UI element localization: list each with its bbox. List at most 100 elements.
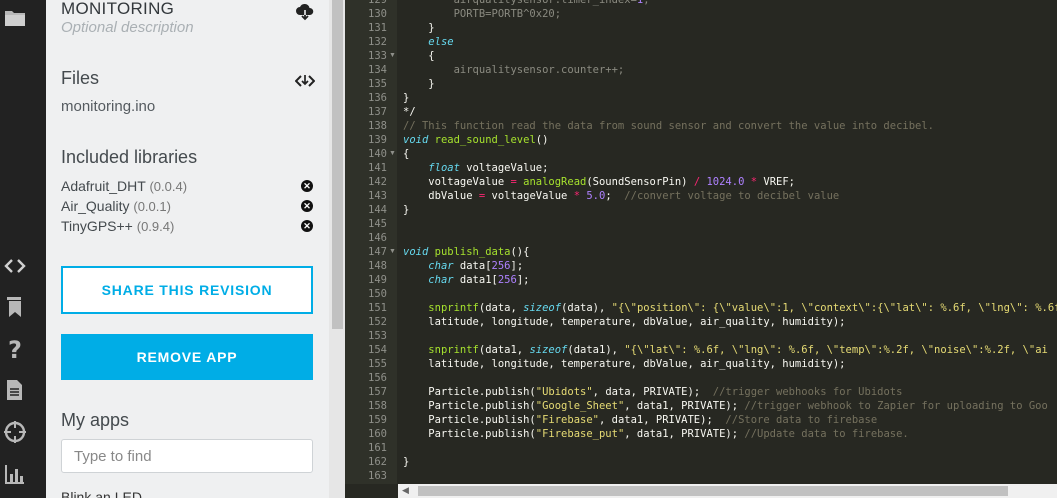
scroll-left-icon[interactable]: ◀ (402, 485, 409, 496)
files-heading: Files (61, 68, 100, 88)
line-number: 142 (368, 176, 387, 188)
line-number: 141 (368, 162, 387, 174)
library-version: (0.0.4) (149, 179, 188, 194)
target-icon[interactable] (3, 420, 27, 444)
app-list-item[interactable]: Blink an LED (61, 489, 142, 498)
code-line[interactable]: // This function read the data from soun… (403, 119, 934, 133)
share-revision-button[interactable]: SHARE THIS REVISION (61, 266, 313, 314)
line-number: 147 (368, 246, 387, 258)
code-line[interactable]: snprintf(data, sizeof(data), "{\"positio… (403, 301, 1057, 315)
line-number: 150 (368, 288, 387, 300)
library-item[interactable]: Air_Quality (0.0.1) (61, 198, 171, 214)
remove-library-icon[interactable]: ✕ (301, 220, 313, 232)
diff-icon[interactable] (294, 72, 316, 90)
code-line[interactable]: void read_sound_level() (403, 133, 548, 147)
line-number: 140 (368, 148, 387, 160)
icon-rail: ? (0, 0, 46, 498)
line-number: 146 (368, 232, 387, 244)
code-line[interactable]: Particle.publish("Firebase", data1, PRIV… (403, 413, 877, 427)
line-number: 157 (368, 386, 387, 398)
line-number: 129 (368, 0, 387, 6)
line-number: 153 (368, 330, 387, 342)
line-number: 156 (368, 372, 387, 384)
code-line[interactable]: } (403, 455, 409, 469)
remove-library-icon[interactable]: ✕ (301, 180, 313, 192)
code-line[interactable]: float voltageValue; (403, 161, 548, 175)
line-number: 138 (368, 120, 387, 132)
line-number: 148 (368, 260, 387, 272)
file-item[interactable]: monitoring.ino (61, 98, 155, 115)
line-number: 151 (368, 302, 387, 314)
code-line[interactable]: char data[256]; (403, 259, 523, 273)
code-line[interactable]: voltageValue = analogRead(SoundSensorPin… (403, 175, 795, 189)
line-number: 158 (368, 400, 387, 412)
code-line[interactable]: } (403, 77, 434, 91)
code-line[interactable]: */ (403, 105, 416, 119)
line-number: 154 (368, 344, 387, 356)
remove-library-icon[interactable]: ✕ (301, 200, 313, 212)
svg-text:?: ? (8, 337, 22, 361)
bookmark-icon[interactable] (3, 295, 27, 319)
line-number: 144 (368, 204, 387, 216)
code-line[interactable]: } (403, 21, 434, 35)
code-line[interactable]: } (403, 203, 409, 217)
line-number: 152 (368, 316, 387, 328)
code-line[interactable]: airqualitysensor.counter++; (403, 63, 625, 77)
app-search-input[interactable] (61, 439, 313, 473)
chart-icon[interactable] (3, 462, 27, 486)
line-number: 160 (368, 428, 387, 440)
line-number: 161 (368, 442, 387, 454)
line-number: 163 (368, 470, 387, 482)
code-line[interactable]: PORTB=PORTB^0x20; (403, 7, 561, 21)
editor-scroll-thumb[interactable] (418, 486, 1008, 496)
line-number: 135 (368, 78, 387, 90)
fold-icon[interactable]: ▼ (389, 49, 396, 63)
library-name: Adafruit_DHT (61, 178, 146, 194)
help-icon[interactable]: ? (3, 337, 27, 361)
code-line[interactable]: void publish_data(){ (403, 245, 529, 259)
code-line[interactable]: latitude, longitude, temperature, dbValu… (403, 357, 845, 371)
code-line[interactable]: Particle.publish("Google_Sheet", data1, … (403, 399, 1048, 413)
app-description[interactable]: Optional description (61, 19, 194, 36)
line-number: 133 (368, 50, 387, 62)
line-number: 155 (368, 358, 387, 370)
code-line[interactable]: { (403, 147, 409, 161)
line-number: 162 (368, 456, 387, 468)
cloud-download-icon[interactable] (295, 2, 315, 22)
folder-icon[interactable] (3, 6, 27, 30)
library-item[interactable]: TinyGPS++ (0.9.4) (61, 218, 174, 234)
fold-icon[interactable]: ▼ (389, 147, 396, 161)
code-line[interactable]: snprintf(data1, sizeof(data1), "{\"lat\"… (403, 343, 1048, 357)
line-number: 130 (368, 8, 387, 20)
fold-icon[interactable]: ▼ (389, 245, 396, 259)
line-number: 139 (368, 134, 387, 146)
editor-corner (345, 484, 398, 498)
library-item[interactable]: Adafruit_DHT (0.0.4) (61, 178, 187, 194)
code-icon[interactable] (3, 254, 27, 278)
code-line[interactable]: { (403, 49, 434, 63)
line-number: 143 (368, 190, 387, 202)
libraries-heading: Included libraries (61, 147, 198, 167)
app-details-panel: MONITORING Optional description Files mo… (46, 0, 329, 498)
line-number: 132 (368, 36, 387, 48)
document-icon[interactable] (3, 378, 27, 402)
code-line[interactable]: Particle.publish("Ubidots", data, PRIVAT… (403, 385, 902, 399)
code-line[interactable]: dbValue = voltageValue * 5.0; //convert … (403, 189, 839, 203)
panel-scroll-thumb[interactable] (332, 0, 343, 329)
line-number: 136 (368, 92, 387, 104)
code-line[interactable]: latitude, longitude, temperature, dbValu… (403, 315, 845, 329)
library-name: Air_Quality (61, 198, 130, 214)
line-number: 145 (368, 218, 387, 230)
my-apps-heading: My apps (61, 410, 130, 430)
app-title[interactable]: MONITORING (61, 0, 174, 19)
library-version: (0.9.4) (136, 219, 175, 234)
code-line[interactable]: else (403, 35, 453, 49)
remove-app-button[interactable]: REMOVE APP (61, 334, 313, 380)
code-line[interactable]: Particle.publish("Firebase_put", data1, … (403, 427, 908, 441)
library-name: TinyGPS++ (61, 218, 133, 234)
code-line[interactable]: char data1[256]; (403, 273, 529, 287)
code-line[interactable]: airqualitysensor.timer_index=1; (403, 0, 650, 7)
line-number: 149 (368, 274, 387, 286)
code-line[interactable]: } (403, 91, 409, 105)
code-editor[interactable]: 129 airqualitysensor.timer_index=1; 130 P… (345, 0, 1057, 484)
